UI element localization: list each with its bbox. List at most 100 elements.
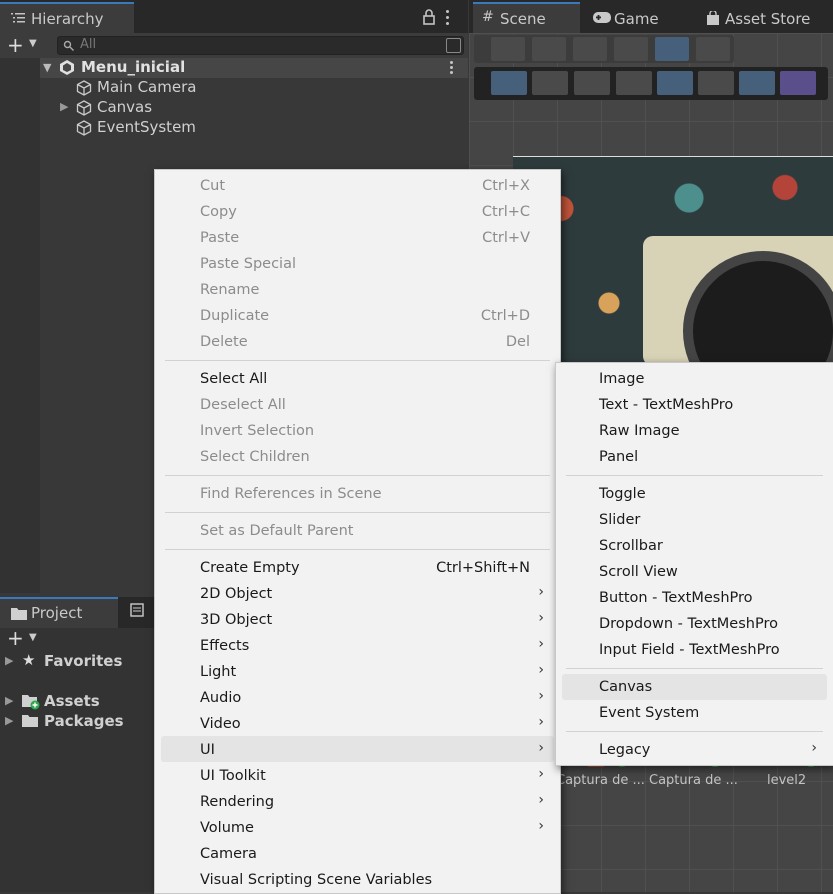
- menu-item-label: Paste: [200, 230, 240, 246]
- more-options-icon[interactable]: [445, 8, 451, 26]
- menu-item-label: Delete: [200, 334, 248, 350]
- menu-item-label: 2D Object: [200, 586, 273, 602]
- menu-item-paste-special[interactable]: Paste Special: [200, 256, 296, 272]
- menu-item-create-empty[interactable]: Create Empty: [200, 560, 300, 576]
- submenu-item-input-field-textmeshpro[interactable]: Input Field - TextMeshPro: [599, 642, 780, 658]
- submenu-item-dropdown-textmeshpro[interactable]: Dropdown - TextMeshPro: [599, 616, 778, 632]
- menu-item-select-children[interactable]: Select Children: [200, 449, 310, 465]
- menu-item-camera[interactable]: Camera: [200, 846, 257, 862]
- menu-item-label: Visual Scripting Scene Variables: [200, 872, 433, 888]
- rect-tool-icon[interactable]: [655, 37, 689, 61]
- submenu-item-scroll-view[interactable]: Scroll View: [599, 564, 678, 580]
- menu-item-deselect-all[interactable]: Deselect All: [200, 397, 286, 413]
- shortcut-label: Ctrl+D: [480, 308, 530, 324]
- menu-item-cut[interactable]: Cut: [200, 178, 225, 194]
- camera-icon[interactable]: [739, 71, 775, 95]
- create-plus-icon[interactable]: +: [7, 35, 24, 55]
- transform-tool-icon[interactable]: [696, 37, 730, 61]
- tab-project[interactable]: Project: [0, 597, 118, 628]
- submenu-arrow-icon: ›: [538, 714, 544, 730]
- menu-item-rename[interactable]: Rename: [200, 282, 259, 298]
- menu-item-label: Video: [200, 716, 241, 732]
- submenu-item-panel[interactable]: Panel: [599, 449, 638, 465]
- submenu-arrow-icon: ›: [538, 610, 544, 626]
- search-options-icon[interactable]: [446, 38, 461, 53]
- rotate-tool-icon[interactable]: [573, 37, 607, 61]
- tab-hierarchy[interactable]: Hierarchy: [0, 2, 134, 33]
- submenu-item-text-textmeshpro[interactable]: Text - TextMeshPro: [599, 397, 733, 413]
- tab-asset-store-label: Asset Store: [725, 10, 811, 28]
- create-dropdown-arrow-icon[interactable]: ▼: [29, 38, 37, 49]
- menu-item-audio[interactable]: Audio: [200, 690, 241, 706]
- gizmos-shuffle-icon[interactable]: [780, 71, 816, 95]
- tab-scene[interactable]: # Scene: [473, 2, 580, 33]
- move-tool-icon[interactable]: [532, 37, 566, 61]
- menu-item-rendering[interactable]: Rendering: [200, 794, 274, 810]
- 2d-toggle-icon[interactable]: [532, 71, 568, 95]
- tab-game[interactable]: Game: [590, 2, 690, 33]
- submenu-arrow-icon: ›: [538, 636, 544, 652]
- menu-item-light[interactable]: Light: [200, 664, 236, 680]
- menu-item-video[interactable]: Video: [200, 716, 241, 732]
- menu-item-2d-object[interactable]: 2D Object: [200, 586, 272, 602]
- submenu-item-slider[interactable]: Slider: [599, 512, 640, 528]
- menu-item-paste[interactable]: Paste: [200, 230, 239, 246]
- menu-separator: [566, 731, 823, 732]
- submenu-item-scrollbar[interactable]: Scrollbar: [599, 538, 663, 554]
- menu-item-find-references[interactable]: Find References in Scene: [200, 486, 382, 502]
- submenu-arrow-icon: ›: [538, 792, 544, 808]
- menu-separator: [566, 475, 823, 476]
- folder-icon: [11, 608, 27, 620]
- menu-item-label: Light: [200, 664, 237, 680]
- search-input[interactable]: All: [57, 36, 464, 55]
- console-icon[interactable]: [130, 603, 144, 617]
- asset-label[interactable]: level2: [767, 773, 806, 788]
- scene-row[interactable]: ▼ Menu_inicial: [40, 58, 468, 78]
- submenu-item-canvas[interactable]: Canvas: [599, 679, 652, 695]
- menu-item-ui[interactable]: UI: [200, 742, 215, 758]
- menu-item-copy[interactable]: Copy: [200, 204, 237, 220]
- submenu-item-toggle[interactable]: Toggle: [599, 486, 646, 502]
- draw-mode-icon[interactable]: [491, 71, 527, 95]
- tab-asset-store[interactable]: Asset Store: [703, 2, 828, 33]
- scale-tool-icon[interactable]: [614, 37, 648, 61]
- menu-item-3d-object[interactable]: 3D Object: [200, 612, 272, 628]
- menu-highlight: [161, 736, 554, 762]
- menu-item-label: Audio: [200, 690, 242, 706]
- hand-tool-icon[interactable]: [491, 37, 525, 61]
- menu-item-select-all[interactable]: Select All: [200, 371, 267, 387]
- menu-item-duplicate[interactable]: Duplicate: [200, 308, 269, 324]
- expand-arrow-icon[interactable]: ▶: [5, 714, 13, 727]
- menu-item-effects[interactable]: Effects: [200, 638, 249, 654]
- menu-item-ui-toolkit[interactable]: UI Toolkit: [200, 768, 266, 784]
- unity-scene-icon: [60, 60, 74, 75]
- menu-item-volume[interactable]: Volume: [200, 820, 254, 836]
- expand-arrow-icon[interactable]: ▼: [43, 61, 51, 74]
- asset-label[interactable]: Captura de ...: [649, 773, 738, 788]
- lighting-toggle-icon[interactable]: [616, 71, 652, 95]
- scene-options-icon[interactable]: [450, 61, 453, 74]
- expand-arrow-icon[interactable]: ▶: [5, 654, 13, 667]
- create-dropdown-arrow-icon[interactable]: ▼: [29, 632, 37, 643]
- create-plus-icon[interactable]: +: [7, 628, 24, 648]
- grid-toggle-icon[interactable]: [574, 71, 610, 95]
- submenu-item-button-textmeshpro[interactable]: Button - TextMeshPro: [599, 590, 753, 606]
- lock-icon[interactable]: [422, 9, 436, 25]
- menu-item-delete[interactable]: Delete: [200, 334, 248, 350]
- expand-arrow-icon[interactable]: ▶: [60, 100, 68, 113]
- effects-toggle-icon[interactable]: [657, 71, 693, 95]
- shortcut-label: Ctrl+Shift+N: [436, 560, 530, 576]
- search-icon[interactable]: [698, 71, 734, 95]
- submenu-item-legacy[interactable]: Legacy: [599, 742, 650, 758]
- menu-item-label: Paste Special: [200, 256, 296, 272]
- menu-item-invert-selection[interactable]: Invert Selection: [200, 423, 314, 439]
- tab-game-label: Game: [614, 10, 659, 28]
- search-placeholder: All: [80, 37, 97, 52]
- submenu-item-raw-image[interactable]: Raw Image: [599, 423, 680, 439]
- expand-arrow-icon[interactable]: ▶: [5, 694, 13, 707]
- submenu-item-image[interactable]: Image: [599, 371, 644, 387]
- submenu-item-event-system[interactable]: Event System: [599, 705, 699, 721]
- menu-item-visual-scripting-scene-variables[interactable]: Visual Scripting Scene Variables: [200, 872, 432, 888]
- asset-label[interactable]: Captura de ...: [556, 773, 645, 788]
- menu-item-set-default-parent[interactable]: Set as Default Parent: [200, 523, 353, 539]
